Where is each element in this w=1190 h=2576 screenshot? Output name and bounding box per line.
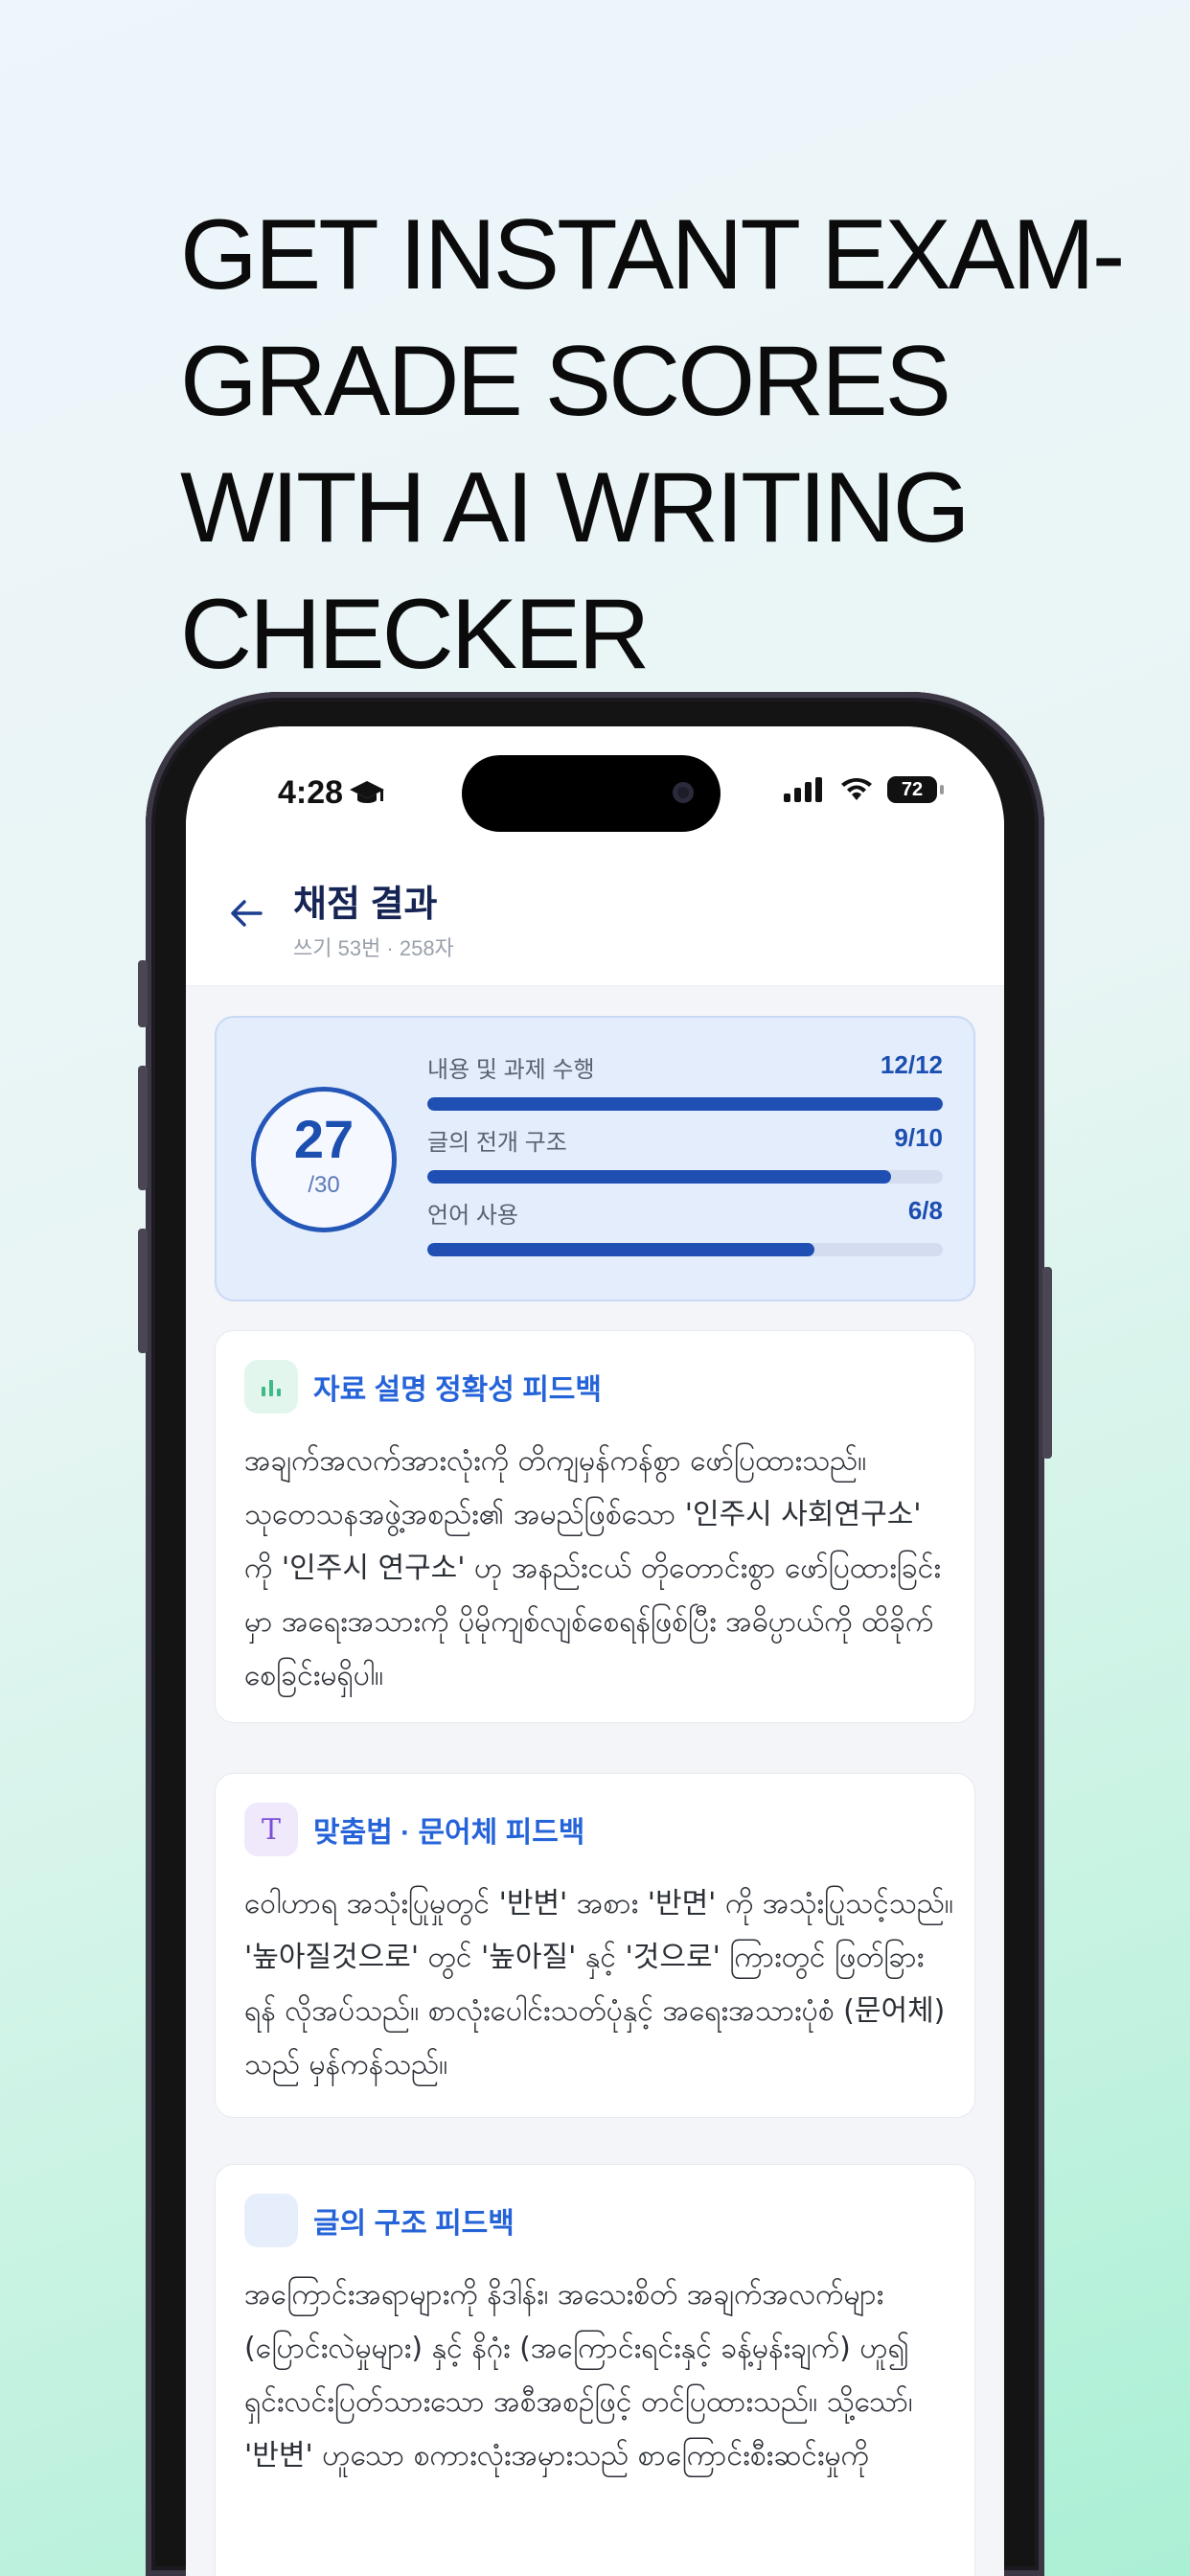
page-subtitle: 쓰기 53번 · 258자 (293, 936, 454, 960)
silent-switch (138, 960, 148, 1027)
max-score: /30 (308, 1172, 340, 1198)
progress-bar (427, 1243, 943, 1256)
headline-line: GET INSTANT EXAM- (180, 199, 1125, 310)
dynamic-island (462, 755, 721, 832)
back-button[interactable] (222, 889, 270, 937)
arrow-left-icon (231, 900, 263, 927)
volume-up-button (138, 1066, 148, 1190)
phone-screen: 4:28 72 채점 결과 쓰기 53번 · 258자 27 /30 내용 및 … (186, 726, 1004, 2576)
score-summary-card: 27 /30 내용 및 과제 수행 12/12 글의 전개 구조 9/10 언어… (215, 1016, 975, 1301)
page-title: 채점 결과 (293, 885, 438, 925)
criterion-row: 내용 및 과제 수행 12/12 (427, 1050, 943, 1111)
feedback-card-data-accuracy[interactable]: 자료 설명 정확성 피드백 အချက်အလက်အားလုံးကို တိကျမှ… (215, 1330, 975, 1723)
feedback-card-spelling[interactable]: T 맞춤법 · 문어체 피드백 ဝေါဟာရ အသုံးပြုမှုတွင် '… (215, 1773, 975, 2118)
power-button (1042, 1267, 1052, 1459)
headline: GET INSTANT EXAM- GRADE SCORES WITH AI W… (180, 192, 1138, 698)
feedback-title: 글의 구조 피드백 (313, 2208, 515, 2240)
criterion-score: 12/12 (880, 1050, 943, 1079)
criterion-label: 글의 전개 구조 (427, 1130, 567, 1156)
battery-icon: 72 (887, 776, 944, 803)
volume-down-button (138, 1229, 148, 1353)
feedback-body: အချက်အလက်အားလုံးကို တိကျမှန်ကန်စွာ ဖော်ပ… (244, 1444, 942, 1692)
phone-frame: 4:28 72 채점 결과 쓰기 53번 · 258자 27 /30 내용 및 … (138, 692, 1052, 2576)
structure-icon (244, 2194, 298, 2247)
front-camera (673, 782, 694, 803)
cellular-signal-icon (784, 777, 822, 802)
headline-line: WITH AI WRITING (180, 452, 971, 564)
progress-fill (427, 1243, 814, 1256)
progress-fill (427, 1097, 943, 1111)
criterion-row: 언어 사용 6/8 (427, 1196, 943, 1256)
headline-line: GRADE SCORES (180, 326, 951, 437)
feedback-title: 자료 설명 정확성 피드백 (313, 1374, 603, 1406)
progress-fill (427, 1170, 892, 1184)
feedback-card-structure[interactable]: 글의 구조 피드백 အကြောင်းအရာများကို နိဒါန်း၊ အသ… (215, 2164, 975, 2576)
text-t-icon: T (244, 1803, 298, 1856)
total-score: 27 (293, 1109, 355, 1169)
criterion-row: 글의 전개 구조 9/10 (427, 1123, 943, 1184)
headline-line: CHECKER (180, 579, 651, 690)
graduation-cap-icon (350, 780, 385, 803)
status-time: 4:28 (278, 774, 385, 812)
criterion-label: 내용 및 과제 수행 (427, 1057, 595, 1083)
criterion-score: 9/10 (894, 1123, 943, 1152)
clock-text: 4:28 (278, 774, 344, 811)
criterion-score: 6/8 (907, 1196, 943, 1225)
status-icons: 72 (784, 776, 944, 803)
feedback-body: အကြောင်းအရာများကို နိဒါန်း၊ အသေးစိတ် အချ… (244, 2278, 913, 2472)
feedback-body: ဝေါဟာရ အသုံးပြုမှုတွင် '반변' အစား '반면' ကိ… (244, 1887, 953, 2082)
status-bar: 4:28 72 (186, 726, 1004, 851)
total-score-circle: 27 /30 (251, 1087, 397, 1232)
criterion-label: 언어 사용 (427, 1203, 518, 1229)
wifi-icon (841, 778, 872, 800)
bar-chart-icon (244, 1360, 298, 1414)
feedback-title: 맞춤법 · 문어체 피드백 (313, 1817, 585, 1849)
app-header: 채점 결과 쓰기 53번 · 258자 (186, 851, 1004, 986)
progress-bar (427, 1097, 943, 1111)
progress-bar (427, 1170, 943, 1184)
